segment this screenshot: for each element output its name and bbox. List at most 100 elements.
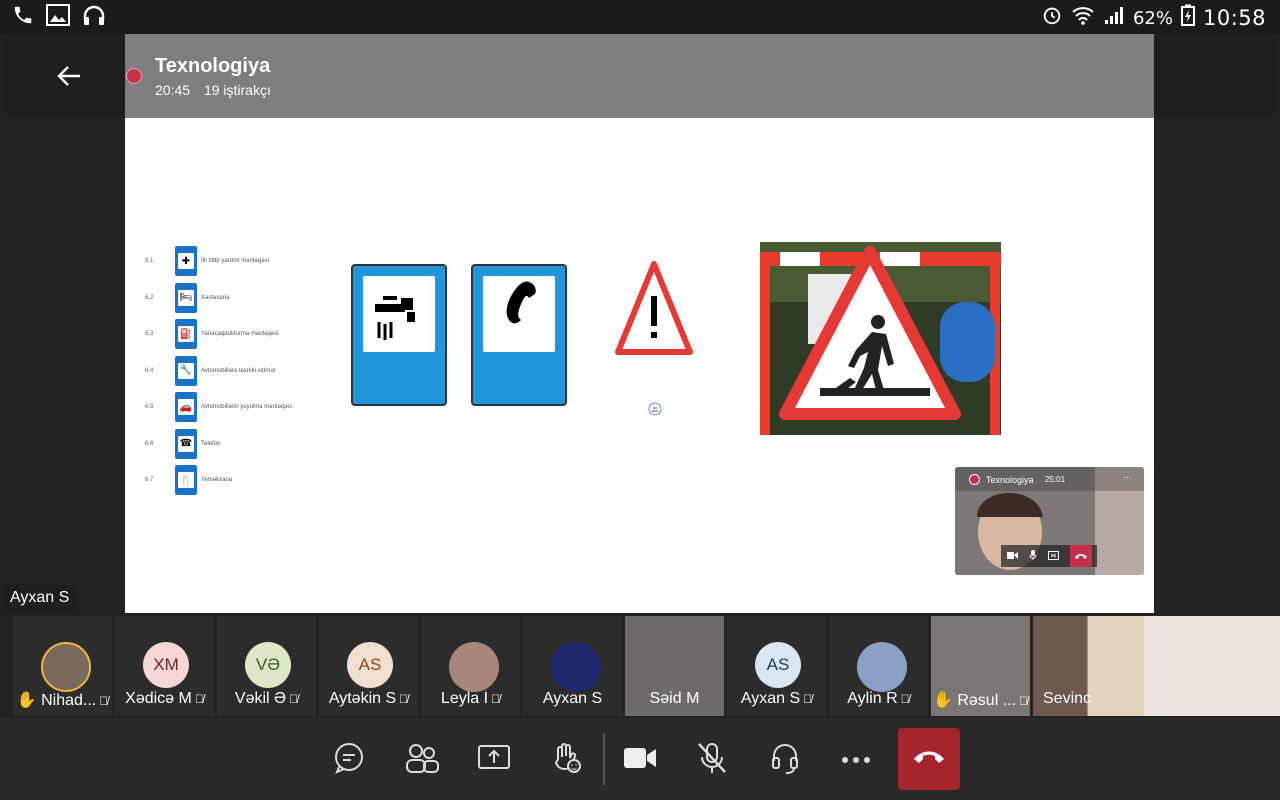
arrow-left-icon	[50, 66, 90, 100]
sign-number: 6.5	[145, 404, 154, 410]
back-button[interactable]	[50, 56, 90, 96]
signal-icon	[1103, 4, 1125, 32]
sign-label: Avtomobillərin yuyulma məntəqəsi	[201, 404, 292, 410]
telephone-sign	[471, 264, 567, 411]
mute-button[interactable]	[690, 738, 734, 782]
more-options-button[interactable]	[834, 738, 878, 782]
mic-off-icon: 🎙̸	[803, 692, 813, 706]
control-divider	[603, 733, 605, 785]
road-sign-icon: 🚗	[175, 392, 197, 422]
participant-avatar	[857, 642, 907, 692]
participant-tile[interactable]: AS Ayxan S 🎙̸	[727, 616, 826, 716]
participant-tile[interactable]: ✋ Nihad... 🎙̸	[13, 616, 112, 716]
road-sign-icon: 🍴	[175, 465, 197, 495]
warning-sign	[615, 260, 693, 361]
share-screen-button[interactable]	[472, 738, 516, 782]
preview-title: Texnologiya	[986, 475, 1034, 485]
mic-off-icon: 🎙̸	[1019, 694, 1029, 708]
sign-list-item: 6.1 ✚ İlk tibbi yardım məntəqəsi	[145, 246, 269, 276]
participant-name: ✋ Rəsul ... 🎙̸	[932, 692, 1029, 709]
sign-list-item: 6.2 🛏 Xəstəxana	[145, 282, 230, 313]
participant-name: Xədicə M 🎙̸	[125, 690, 204, 707]
sign-number: 6.2	[145, 294, 154, 301]
mic-off-icon: 🎙̸	[900, 692, 910, 706]
audio-button[interactable]	[763, 738, 807, 782]
participant-tile[interactable]: Ayxan S	[523, 616, 622, 716]
chat-button[interactable]	[327, 738, 371, 782]
participant-avatar	[41, 642, 91, 692]
participant-tile[interactable]: AS Aytəkin S 🎙̸	[319, 616, 418, 716]
video-icon[interactable]	[1006, 547, 1018, 565]
preview-hangup-button[interactable]	[1069, 545, 1092, 567]
sign-number: 6.3	[145, 331, 154, 337]
road-sign-icon: 🔧	[175, 355, 197, 386]
participant-name: Leyla İ 🎙̸	[440, 690, 501, 707]
preview-header: Texnologiya 25:01 …	[955, 467, 1144, 491]
sign-label: Xəstəxana	[201, 294, 230, 301]
participant-name: Vəkil Ə 🎙̸	[234, 690, 299, 707]
meeting-duration: 20:45	[155, 82, 191, 98]
status-left	[12, 4, 106, 31]
camera-button[interactable]	[618, 738, 662, 782]
share-icon[interactable]	[1047, 547, 1059, 565]
sign-list-item: 6.5 🚗 Avtomobillərin yuyulma məntəqəsi	[145, 392, 292, 422]
sign-label: İlk tibbi yardım məntəqəsi	[201, 258, 270, 264]
participant-tile[interactable]: Sevinc	[1033, 616, 1280, 716]
active-speaker-label: Ayxan S	[4, 585, 76, 611]
sign-number: 6.7	[145, 477, 154, 483]
participant-tile[interactable]: ✋ Rəsul ... 🎙̸	[931, 616, 1030, 716]
more-icon[interactable]: …	[1123, 470, 1132, 480]
image-icon	[46, 4, 70, 31]
participant-name: Aytəkin S 🎙̸	[328, 690, 409, 707]
status-bar: 62% 10:58	[0, 0, 1280, 34]
road-sign-icon: ⛽	[175, 319, 197, 349]
participant-name: Ayxan S	[542, 690, 603, 707]
road-works-photo	[760, 242, 1001, 435]
sign-number: 6.6	[145, 440, 154, 447]
cursor-icon	[648, 402, 662, 421]
participant-tile[interactable]: XM Xədicə M 🎙̸	[115, 616, 214, 716]
participant-name: ✋ Nihad... 🎙̸	[16, 692, 109, 709]
status-right: 62% 10:58	[1041, 4, 1266, 32]
header-overlay	[125, 34, 1154, 118]
sign-list-item: 6.6 ☎ Telefon	[145, 428, 221, 459]
wifi-icon	[1071, 4, 1095, 32]
meeting-info: 20:45 19 iştirakçı	[155, 82, 281, 98]
mic-off-icon: 🎙̸	[99, 694, 109, 708]
sign-number: 6.4	[145, 367, 154, 374]
participant-avatar: XM	[143, 642, 189, 688]
share-tray-icon	[477, 743, 511, 778]
road-sign-icon: ☎	[175, 428, 197, 459]
chat-icon	[332, 741, 366, 780]
phone-icon	[12, 4, 34, 31]
participant-tile[interactable]: Leyla İ 🎙̸	[421, 616, 520, 716]
ellipsis-icon	[840, 751, 872, 769]
participant-tile[interactable]: VƏ Vəkil Ə 🎙̸	[217, 616, 316, 716]
participant-name: Səid M	[649, 690, 700, 707]
participant-tile[interactable]: Səid M	[625, 616, 724, 716]
hang-up-button[interactable]	[898, 728, 960, 790]
sign-label: Telefon	[201, 440, 221, 447]
participants-button[interactable]	[400, 738, 444, 782]
recording-indicator	[126, 68, 142, 84]
participant-name: Ayxan S 🎙̸	[740, 690, 813, 707]
road-sign-icon: 🛏	[175, 282, 197, 313]
participant-count: 19 iştirakçı	[203, 82, 271, 98]
participant-avatar	[449, 642, 499, 692]
alarm-icon	[1041, 4, 1063, 32]
sign-list-item: 6.3 ⛽ Yanacaqdoldurma məntəqəsi	[145, 319, 279, 349]
mic-icon[interactable]	[1029, 547, 1037, 565]
mic-off-icon	[696, 741, 728, 780]
raise-hand-button[interactable]	[545, 738, 589, 782]
preview-controls	[1001, 545, 1097, 567]
sign-list-item: 6.4 🔧 Avtomobillərə texniki xidmət	[145, 355, 275, 386]
participant-tile[interactable]: Aylin R 🎙̸	[829, 616, 928, 716]
mic-off-icon: 🎙̸	[399, 692, 409, 706]
road-sign-icon: ✚	[175, 246, 197, 276]
participant-avatar	[551, 642, 601, 692]
mic-off-icon: 🎙̸	[194, 692, 204, 706]
mic-off-icon: 🎙̸	[289, 692, 299, 706]
video-camera-icon	[623, 745, 657, 776]
self-video-preview[interactable]: Texnologiya 25:01 …	[955, 467, 1144, 575]
participant-avatar: AS	[347, 642, 393, 688]
